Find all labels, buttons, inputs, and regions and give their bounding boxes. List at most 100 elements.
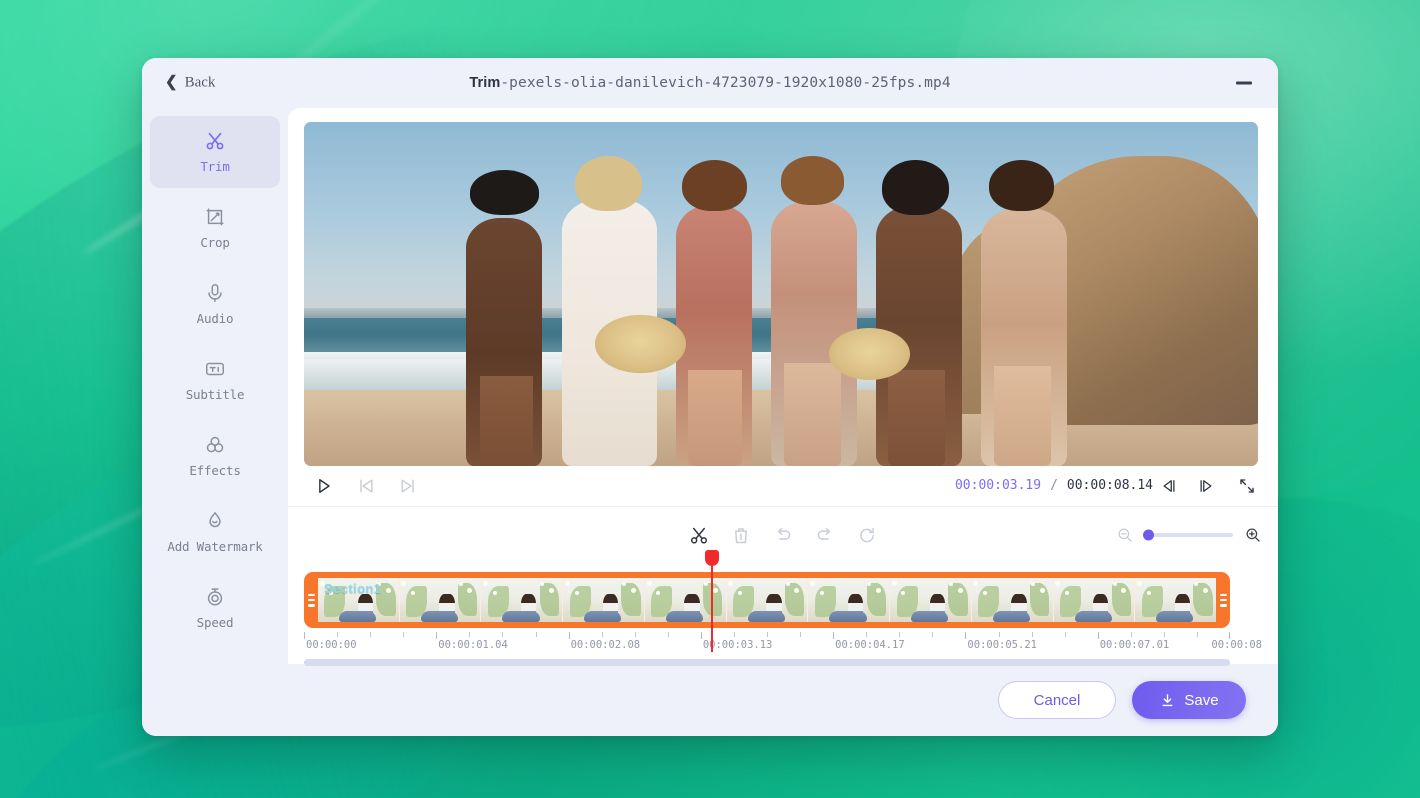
clip-thumbnail	[1135, 578, 1216, 622]
ruler-tick	[469, 632, 471, 637]
ruler-label: 00:00:07.01	[1099, 639, 1170, 651]
ruler-tick	[733, 632, 735, 637]
redo-button[interactable]	[815, 525, 836, 546]
ruler-tick	[1064, 632, 1066, 637]
previous-frame-icon[interactable]	[356, 476, 376, 496]
ruler-tick	[601, 632, 603, 637]
scene-person-legs	[993, 366, 1051, 466]
timeline-track[interactable]: Section1 00:00:00 00:00:01.04 00:00:02.08 0…	[304, 550, 1262, 666]
clip-thumbnail	[890, 578, 972, 622]
set-end-marker-icon[interactable]	[1197, 477, 1215, 495]
time-separator: /	[1050, 478, 1058, 494]
clip-thumbnail	[808, 578, 891, 622]
clip-thumbnails: Section1	[318, 578, 1216, 622]
crop-icon	[204, 206, 226, 228]
ruler-tick	[932, 632, 934, 637]
ruler-tick	[1097, 632, 1099, 639]
reset-button[interactable]	[857, 525, 878, 546]
sidebar-item-label: Subtitle	[185, 387, 245, 402]
zoom-out-icon[interactable]	[1116, 526, 1134, 544]
clip-right-handle[interactable]	[1216, 572, 1230, 628]
page-title: Trim-pexels-olia-danilevich-4723079-1920…	[142, 75, 1278, 91]
clip-thumbnail	[726, 578, 809, 622]
video-preview[interactable]	[304, 122, 1258, 466]
zoom-in-icon[interactable]	[1244, 526, 1262, 544]
sidebar-item-label: Speed	[196, 615, 234, 630]
next-frame-icon[interactable]	[398, 476, 418, 496]
scene-straw-hat	[828, 328, 910, 380]
scene-straw-hat	[594, 314, 686, 373]
split-button[interactable]	[689, 525, 710, 546]
ruler-tick	[1163, 632, 1165, 637]
ruler-tick	[436, 632, 438, 639]
ruler-tick	[568, 632, 570, 639]
zoom-slider[interactable]	[1143, 529, 1233, 541]
sidebar-item-label: Add Watermark	[167, 539, 263, 554]
ruler-tick	[767, 632, 768, 637]
scene-person-legs	[479, 376, 533, 466]
ruler-tick	[502, 632, 504, 637]
zoom-slider-handle[interactable]	[1143, 529, 1154, 541]
clip-left-handle[interactable]	[304, 572, 318, 628]
clip-thumbnail	[318, 578, 400, 622]
ruler-label: 00:00:03.13	[702, 639, 773, 651]
delete-button[interactable]	[731, 525, 752, 546]
window-body: Trim Crop Audio Subtitle Effects Add Wat…	[142, 108, 1278, 666]
download-icon	[1159, 692, 1176, 709]
ruler-label: 00:00:02.08	[570, 639, 641, 651]
current-time: 00:00:03.19	[954, 478, 1042, 494]
set-start-marker-icon[interactable]	[1160, 477, 1178, 495]
scene-person-legs	[688, 369, 742, 466]
sidebar-item-subtitle[interactable]: Subtitle	[150, 344, 280, 416]
ruler-tick	[667, 632, 669, 637]
timeline-toolbar	[304, 517, 1262, 553]
time-display: 00:00:03.19 / 00:00:08.14	[955, 477, 1260, 495]
sidebar-item-audio[interactable]: Audio	[150, 268, 280, 340]
ruler-label: 00:00:01.04	[438, 639, 508, 651]
clip-thumbnail	[1053, 578, 1136, 622]
scene-person-hair	[988, 159, 1054, 212]
play-icon[interactable]	[314, 476, 334, 496]
sidebar-item-label: Trim	[200, 159, 230, 174]
ruler-tick	[337, 632, 339, 637]
zoom-control	[1116, 526, 1262, 544]
dialog-footer: Cancel Save	[142, 664, 1278, 736]
clip-thumbnail	[399, 578, 482, 622]
title-bar: ❮ Back Trim-pexels-olia-danilevich-47230…	[142, 58, 1278, 108]
sidebar-item-speed[interactable]: Speed	[150, 572, 280, 644]
ruler-tick	[1229, 632, 1230, 639]
scene-person-legs	[887, 369, 946, 466]
sidebar-item-crop[interactable]: Crop	[150, 192, 280, 264]
ruler-label: 00:00:04.17	[835, 639, 905, 651]
undo-button[interactable]	[773, 525, 794, 546]
ruler-tick	[1196, 632, 1198, 637]
total-time: 00:00:08.14	[1066, 478, 1153, 494]
scissors-icon	[204, 130, 226, 152]
save-button[interactable]: Save	[1132, 681, 1246, 719]
ruler-tick	[700, 632, 702, 639]
ruler-tick	[304, 632, 305, 639]
tool-sidebar: Trim Crop Audio Subtitle Effects Add Wat…	[142, 108, 288, 664]
fullscreen-icon[interactable]	[1238, 477, 1256, 495]
ruler-tick	[1130, 632, 1132, 637]
ruler-tick	[1031, 632, 1033, 637]
ruler-tick	[370, 632, 372, 637]
page-title-filename: -pexels-olia-danilevich-4723079-1920x108…	[500, 75, 951, 91]
ruler-label: 00:00:08	[1211, 639, 1262, 651]
sidebar-item-label: Crop	[200, 235, 230, 250]
video-editor-window: ❮ Back Trim-pexels-olia-danilevich-47230…	[142, 58, 1278, 736]
sidebar-item-add-watermark[interactable]: Add Watermark	[150, 496, 280, 568]
page-title-mode: Trim	[469, 75, 501, 91]
ruler-tick	[800, 632, 802, 637]
save-label: Save	[1184, 691, 1219, 709]
timeline-scrollbar[interactable]	[304, 659, 1230, 666]
scene-person-hair	[882, 159, 949, 215]
ruler-tick	[866, 632, 868, 637]
sidebar-item-effects[interactable]: Effects	[150, 420, 280, 492]
clip-thumbnail	[971, 578, 1054, 622]
timeline-clip[interactable]: Section1	[304, 572, 1230, 628]
sidebar-item-trim[interactable]: Trim	[150, 116, 280, 188]
minimize-icon[interactable]	[1236, 81, 1252, 85]
watermark-icon	[204, 510, 226, 532]
cancel-button[interactable]: Cancel	[998, 681, 1116, 719]
